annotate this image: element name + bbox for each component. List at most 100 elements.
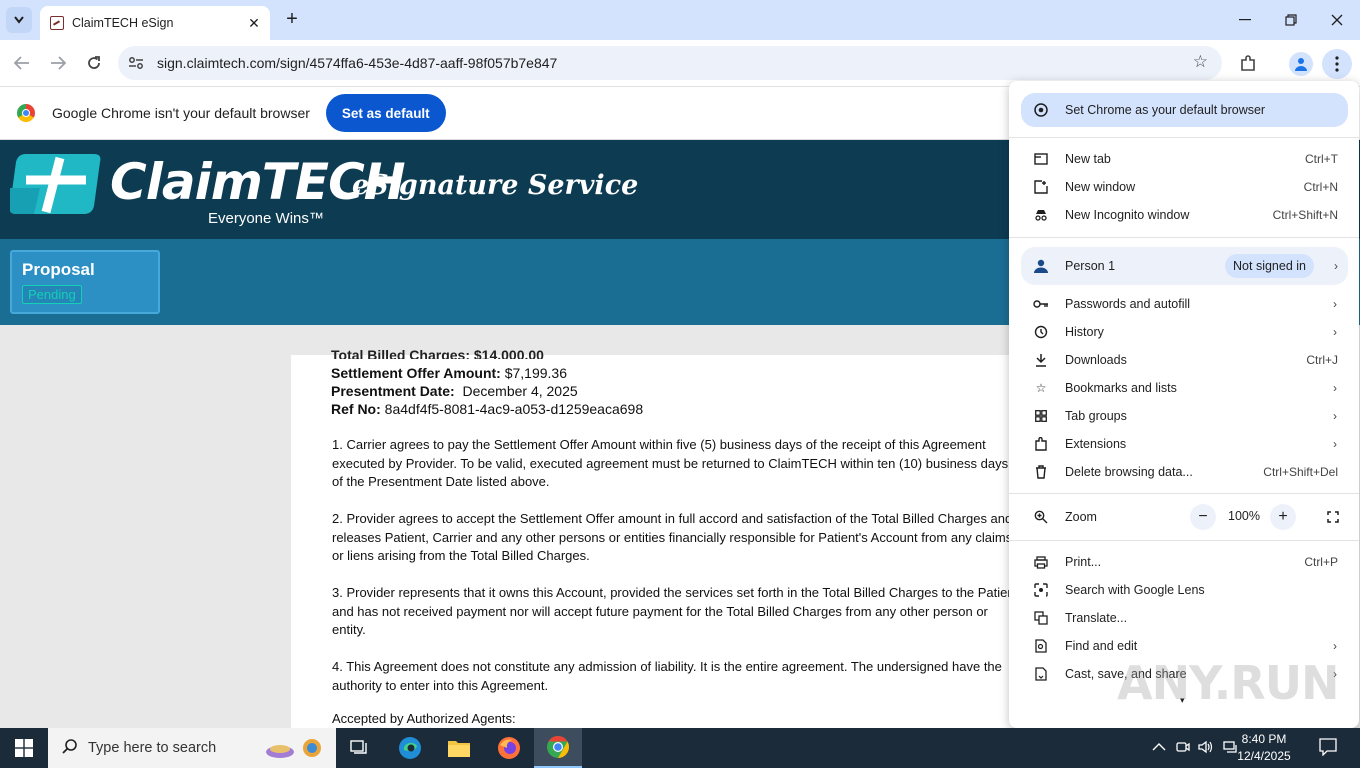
clause-1-line: of the Presentment Date listed above. [332, 474, 550, 489]
firefox-taskbar-button[interactable] [485, 728, 533, 768]
start-button[interactable] [0, 728, 48, 768]
close-tab-icon[interactable]: ✕ [244, 13, 264, 33]
menu-bookmarks[interactable]: ☆ Bookmarks and lists › [1009, 374, 1359, 402]
menu-passwords[interactable]: Passwords and autofill › [1009, 290, 1359, 318]
browser-tab[interactable]: ClaimTECH eSign ✕ [40, 6, 270, 40]
system-clock[interactable]: 8:40 PM 12/4/2025 [1232, 731, 1296, 765]
menu-shortcut: Ctrl+T [1305, 152, 1338, 166]
clock-date: 12/4/2025 [1237, 749, 1291, 763]
logo-tagline: Everyone Wins™ [208, 210, 324, 227]
chrome-menu-button[interactable] [1322, 49, 1352, 79]
settlement-label: Settlement Offer Amount: [331, 365, 501, 381]
menu-label: Passwords and autofill [1065, 297, 1191, 311]
new-window-icon [1033, 179, 1049, 195]
clause-1: 1. Carrier agrees to pay the Settlement … [332, 436, 1052, 492]
ref-label: Ref No: [331, 401, 381, 417]
anyrun-watermark: ANY.RUN [1117, 656, 1340, 710]
clause-1-line: executed by Provider. To be valid, execu… [332, 455, 1009, 471]
menu-print[interactable]: Print... Ctrl+P [1009, 548, 1359, 576]
chevron-right-icon: › [1334, 259, 1338, 273]
claimtech-logo-icon [10, 154, 101, 214]
zoom-icon [1033, 509, 1049, 525]
proposal-title: Proposal [22, 260, 95, 279]
chevron-right-icon: › [1333, 437, 1337, 451]
windows-logo-icon [15, 739, 33, 757]
tab-strip: ClaimTECH eSign ✕ + [0, 0, 1360, 40]
clause-3-line: 3. Provider represents that it owns this… [332, 585, 1022, 600]
restore-icon[interactable] [1281, 10, 1301, 30]
task-view-button[interactable] [336, 728, 384, 768]
menu-new-window[interactable]: New window Ctrl+N [1009, 173, 1359, 201]
menu-label: New tab [1065, 152, 1111, 166]
clause-2: 2. Provider agrees to accept the Settlem… [332, 510, 1052, 566]
set-as-default-button[interactable]: Set as default [325, 94, 446, 132]
settlement-amount-field: Settlement Offer Amount: $7,199.36 [331, 365, 567, 381]
bookmark-star-icon[interactable]: ☆ [1193, 52, 1208, 72]
agreement-document: Total Billed Charges: $14,000.00 Settlem… [291, 347, 1031, 728]
menu-delete-browsing-data[interactable]: Delete browsing data... Ctrl+Shift+Del [1009, 458, 1359, 486]
browser-toolbar: sign.claimtech.com/sign/4574ffa6-453e-4d… [0, 40, 1360, 87]
menu-translate[interactable]: Translate... [1009, 604, 1359, 632]
volume-icon[interactable] [1198, 740, 1214, 757]
history-icon [1033, 324, 1049, 340]
notification-icon[interactable] [1319, 738, 1337, 759]
edge-taskbar-button[interactable] [386, 728, 434, 768]
chrome-icon [547, 736, 569, 758]
address-bar[interactable]: sign.claimtech.com/sign/4574ffa6-453e-4d… [118, 46, 1222, 80]
menu-label: Extensions [1065, 437, 1127, 451]
zoom-level: 100% [1228, 509, 1260, 523]
meet-now-icon[interactable] [1176, 740, 1190, 757]
zoom-out-button[interactable]: − [1190, 504, 1216, 530]
fullscreen-button[interactable] [1320, 504, 1346, 530]
folder-icon [448, 741, 470, 757]
clause-3-line: and has not received payment nor will ac… [332, 603, 988, 619]
infobar-message: Google Chrome isn't your default browser [52, 105, 310, 121]
search-icon [62, 738, 78, 759]
service-title: eSignature Service [352, 170, 639, 201]
clause-3: 3. Provider represents that it owns this… [332, 584, 1052, 640]
menu-tab-groups[interactable]: Tab groups › [1009, 402, 1359, 430]
menu-downloads[interactable]: Downloads Ctrl+J [1009, 346, 1359, 374]
status-badge: Pending [22, 285, 82, 304]
site-info-icon[interactable] [124, 51, 148, 75]
fullscreen-icon [1327, 511, 1339, 523]
new-tab-button[interactable]: + [281, 9, 303, 31]
menu-shortcut: Ctrl+Shift+N [1272, 208, 1338, 222]
kebab-menu-icon [1335, 56, 1339, 72]
menu-extensions[interactable]: Extensions › [1009, 430, 1359, 458]
menu-label: Person 1 [1065, 259, 1116, 273]
reload-icon [88, 56, 100, 69]
menu-person[interactable]: Person 1 Not signed in › [1021, 247, 1348, 285]
profile-icon[interactable] [1289, 52, 1313, 76]
incognito-icon [1033, 207, 1049, 223]
chrome-taskbar-button[interactable] [534, 728, 582, 768]
menu-new-tab[interactable]: New tab Ctrl+T [1009, 145, 1359, 173]
menu-set-default-browser[interactable]: Set Chrome as your default browser [1021, 93, 1348, 127]
chevron-up-icon[interactable] [1152, 740, 1166, 755]
zoom-in-button[interactable]: + [1270, 504, 1296, 530]
forward-button[interactable] [47, 52, 69, 74]
menu-label: Translate... [1065, 611, 1128, 625]
chevron-right-icon: › [1333, 325, 1337, 339]
menu-google-lens[interactable]: Search with Google Lens [1009, 576, 1359, 604]
menu-shortcut: Ctrl+N [1303, 180, 1338, 194]
tab-search-button[interactable] [6, 7, 32, 33]
close-window-icon[interactable] [1327, 10, 1347, 30]
file-explorer-button[interactable] [435, 728, 483, 768]
back-button[interactable] [11, 52, 33, 74]
chevron-right-icon: › [1333, 297, 1337, 311]
proposal-status-card: Proposal Pending [10, 250, 160, 314]
menu-label: Set Chrome as your default browser [1065, 103, 1266, 117]
taskbar-search[interactable]: Type here to search [48, 728, 336, 768]
menu-history[interactable]: History › [1009, 318, 1359, 346]
menu-new-incognito[interactable]: New Incognito window Ctrl+Shift+N [1009, 201, 1359, 229]
firefox-icon [498, 737, 520, 759]
chevron-down-icon [14, 16, 24, 24]
extensions-icon[interactable] [1236, 52, 1260, 76]
menu-label: Search with Google Lens [1065, 583, 1205, 597]
search-highlight-icon [262, 734, 326, 765]
menu-shortcut: Ctrl+P [1304, 555, 1338, 569]
minimize-icon[interactable] [1235, 10, 1255, 30]
reload-button[interactable] [83, 52, 105, 74]
clause-3-line: entity. [332, 622, 366, 637]
